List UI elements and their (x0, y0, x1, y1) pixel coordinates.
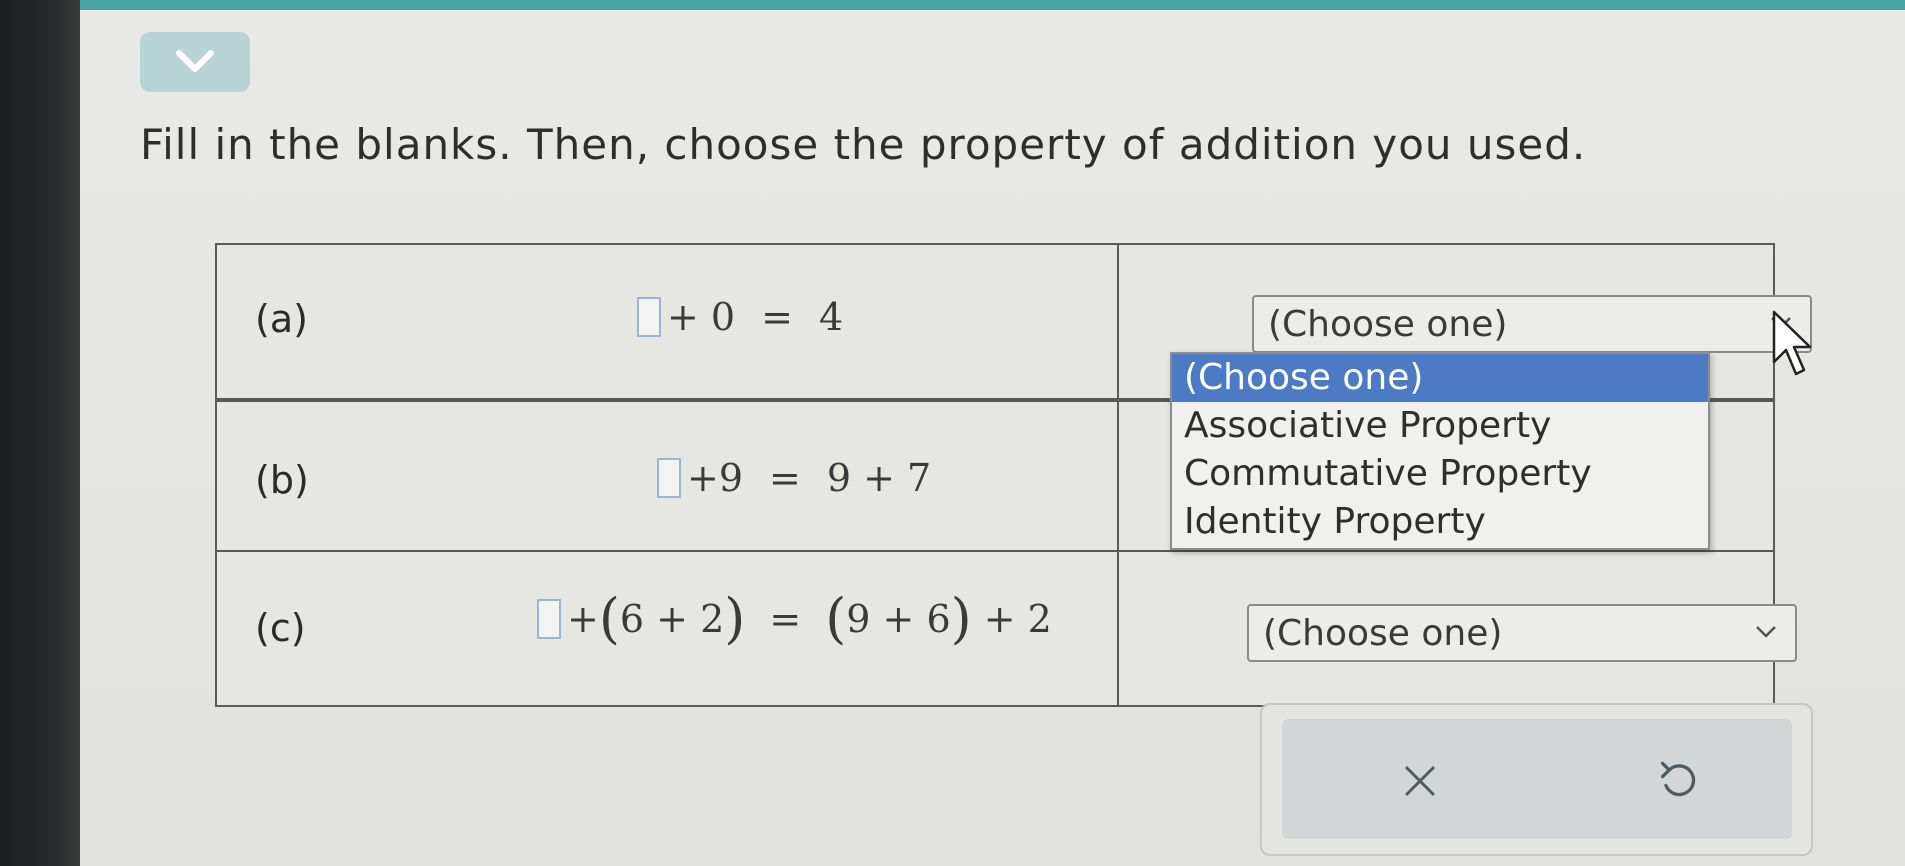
undo-icon (1660, 761, 1696, 797)
problem-row-c: (c) + ( 6 + 2 ) = ( 9 + 6 ) + 2 (Choose … (217, 550, 1797, 707)
equals-sign: = (769, 597, 802, 641)
answer-blank-a[interactable] (637, 297, 661, 337)
equals-sign: = (769, 456, 801, 500)
property-dropdown-list: (Choose one) Associative Property Commut… (1170, 352, 1710, 550)
property-select-c[interactable]: (Choose one) (1247, 604, 1797, 662)
x-icon (1404, 765, 1436, 797)
equation-term: + 2 (983, 597, 1052, 641)
monitor-bezel (0, 0, 80, 866)
part-label: (c) (255, 606, 306, 650)
action-panel (1260, 703, 1813, 856)
close-paren: ) (950, 587, 972, 650)
instruction-text: Fill in the blanks. Then, choose the pro… (140, 120, 1587, 169)
clear-button[interactable] (1390, 751, 1450, 811)
action-bar (1282, 719, 1792, 839)
equation-term: 9 + 7 (826, 456, 932, 500)
open-paren: ( (598, 587, 620, 650)
equation-term: 6 + 2 (619, 597, 725, 641)
collapse-button[interactable] (140, 32, 250, 92)
equation-b: +9 = 9 + 7 (657, 456, 931, 500)
column-divider (1117, 402, 1119, 550)
property-select-a[interactable]: (Choose one) (1252, 295, 1812, 353)
chevron-down-icon (1756, 626, 1776, 638)
equation-term: + 0 (667, 295, 736, 339)
close-paren: ) (724, 587, 746, 650)
equation-term: 4 (818, 295, 844, 339)
equation-c: + ( 6 + 2 ) = ( 9 + 6 ) + 2 (537, 592, 1052, 646)
answer-blank-b[interactable] (657, 458, 681, 498)
part-label: (b) (255, 458, 309, 502)
dropdown-option-commutative[interactable]: Commutative Property (1172, 450, 1708, 498)
select-value: (Choose one) (1263, 612, 1503, 654)
chevron-down-icon (176, 50, 214, 72)
dropdown-option-associative[interactable]: Associative Property (1172, 402, 1708, 450)
plus-sign: + (567, 597, 599, 641)
part-label: (a) (255, 297, 308, 341)
top-accent-band (0, 0, 1905, 10)
dropdown-option-choose-one[interactable]: (Choose one) (1172, 354, 1708, 402)
open-paren: ( (825, 587, 847, 650)
dropdown-option-identity[interactable]: Identity Property (1172, 498, 1708, 546)
undo-button[interactable] (1648, 751, 1708, 811)
problem-screen: Fill in the blanks. Then, choose the pro… (80, 10, 1905, 866)
select-value: (Choose one) (1268, 303, 1508, 345)
mouse-pointer-icon (1772, 310, 1812, 376)
equation-term: +9 (687, 456, 744, 500)
equation-term: 9 + 6 (846, 597, 951, 641)
equation-a: + 0 = 4 (637, 295, 843, 339)
equals-sign: = (761, 295, 793, 339)
answer-blank-c[interactable] (537, 599, 561, 639)
column-divider (1117, 245, 1119, 398)
column-divider (1117, 552, 1119, 707)
